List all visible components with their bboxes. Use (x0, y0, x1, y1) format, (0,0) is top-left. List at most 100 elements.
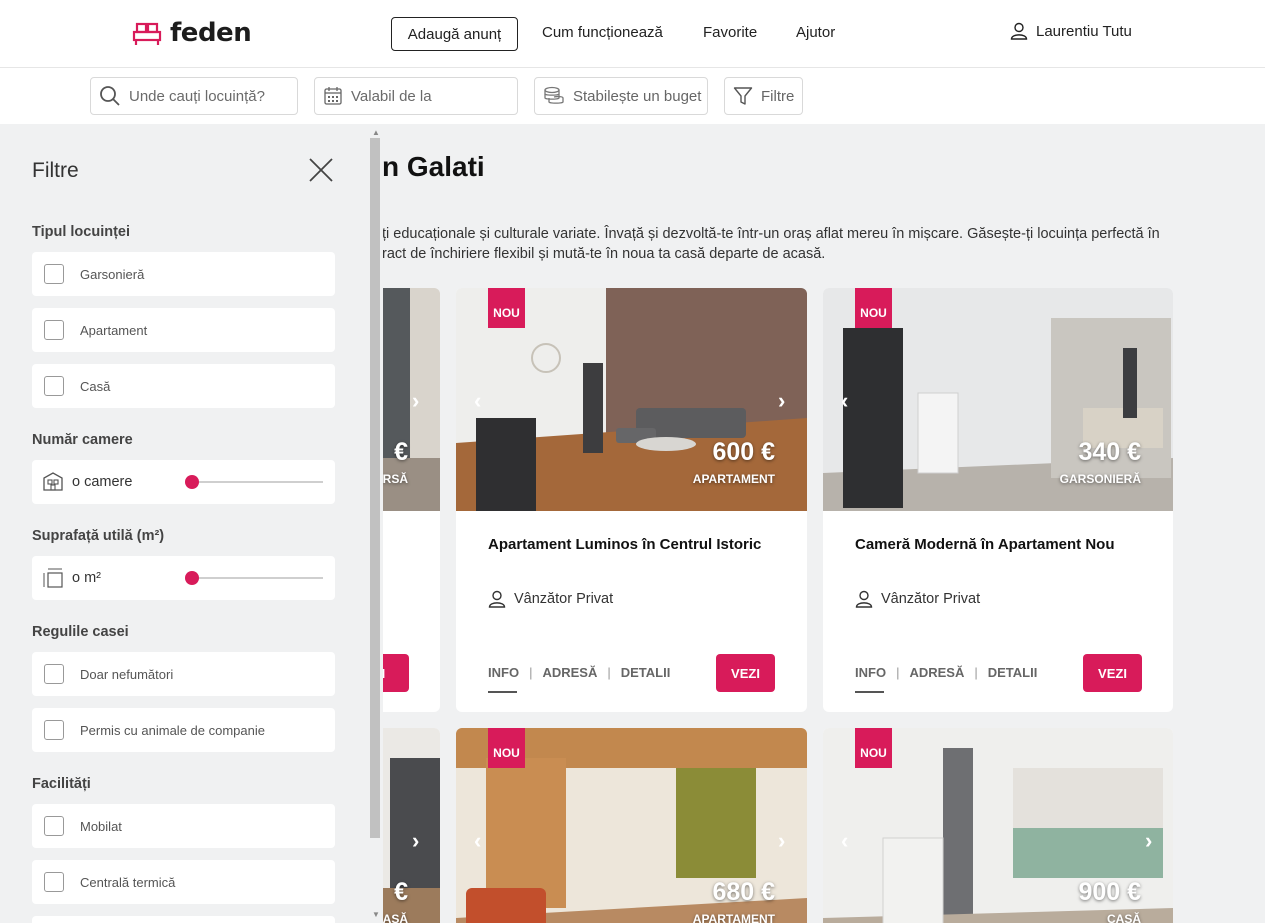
listing-photo[interactable]: NOU ‹ › 680 € APARTAMENT (456, 728, 807, 923)
area-heading: Suprafață utilă (m²) (32, 528, 165, 544)
brand-logo[interactable]: feden (132, 18, 252, 48)
next-photo-arrow[interactable]: › (1145, 828, 1152, 854)
tab-address[interactable]: ADRESĂ (542, 665, 597, 680)
user-menu[interactable]: Laurentiu Tutu (1010, 22, 1132, 40)
option-label: Apartament (80, 322, 148, 338)
location-input[interactable] (129, 87, 289, 105)
option-label: Mobilat (80, 818, 122, 834)
listing-price: € (394, 878, 408, 906)
next-photo-arrow[interactable]: › (778, 828, 785, 854)
listing-card[interactable]: NOU ‹ › 900 € CASĂ (823, 728, 1173, 923)
option-house[interactable]: Casă (32, 364, 335, 408)
slider-track[interactable] (187, 577, 323, 579)
date-search[interactable] (314, 77, 518, 115)
checkbox[interactable] (44, 320, 64, 340)
scroll-down-arrow[interactable]: ▼ (372, 910, 380, 919)
view-button[interactable]: VEZI (716, 654, 775, 692)
listing-card[interactable]: NOU ‹ 340 € GARSONIERĂ Cameră Modernă în… (823, 288, 1173, 712)
tab-address[interactable]: ADRESĂ (909, 665, 964, 680)
add-listing-button[interactable]: Adaugă anunț (391, 17, 518, 51)
checkbox[interactable] (44, 264, 64, 284)
user-icon (855, 590, 873, 608)
slider-track[interactable] (187, 481, 323, 483)
listing-card[interactable]: NOU ‹ › 680 € APARTAMENT (456, 728, 807, 923)
nav-how-it-works[interactable]: Cum funcționează (542, 24, 663, 41)
listing-type: RSĂ (382, 472, 408, 486)
facilities-heading: Facilități (32, 776, 91, 792)
prev-photo-arrow[interactable]: ‹ (841, 388, 848, 414)
next-photo-arrow[interactable]: › (778, 388, 785, 414)
slider-handle[interactable] (185, 571, 199, 585)
listing-photo[interactable]: NOU ‹ › 900 € CASĂ (823, 728, 1173, 923)
date-input[interactable] (351, 87, 511, 105)
listing-card[interactable]: NOU ‹ › 600 € APARTAMENT Apartament Lumi… (456, 288, 807, 712)
prev-photo-arrow[interactable]: ‹ (474, 828, 481, 854)
area-slider[interactable]: o m² (32, 556, 335, 600)
option-central-heating[interactable]: Centrală termică (32, 860, 335, 904)
filters-button[interactable]: Filtre (724, 77, 803, 115)
budget-label: Stabilește un buget (573, 87, 702, 105)
listing-photo[interactable]: NOU ‹ 340 € GARSONIERĂ (823, 288, 1173, 511)
checkbox[interactable] (44, 376, 64, 396)
listing-price: 600 € (712, 438, 775, 466)
checkbox[interactable] (44, 816, 64, 836)
listing-type: APARTAMENT (692, 912, 775, 923)
listing-tabs: INFO | ADRESĂ | DETALII (488, 665, 671, 693)
listing-type: GARSONIERĂ (1059, 472, 1141, 486)
option-label: Casă (80, 378, 111, 394)
filters-label: Filtre (761, 87, 795, 105)
prev-photo-arrow[interactable]: ‹ (841, 828, 848, 854)
listing-tabs: INFO | ADRESĂ | DETALII (855, 665, 1038, 693)
nav-help[interactable]: Ajutor (796, 24, 835, 41)
listing-type: CASĂ (1106, 912, 1141, 923)
checkbox[interactable] (44, 664, 64, 684)
rooms-heading: Număr camere (32, 432, 133, 448)
tab-details[interactable]: DETALII (621, 665, 671, 680)
area-value: o m² (72, 570, 101, 586)
filters-panel: Filtre Tipul locuinței Garsonieră Aparta… (0, 124, 383, 923)
location-search[interactable] (90, 77, 298, 115)
next-photo-arrow[interactable]: › (412, 388, 419, 414)
user-name: Laurentiu Tutu (1036, 22, 1132, 40)
view-button[interactable]: VEZI (1083, 654, 1142, 692)
listing-price: 680 € (712, 878, 775, 906)
checkbox[interactable] (44, 872, 64, 892)
new-badge: NOU (855, 728, 892, 768)
bed-logo-icon (132, 22, 162, 45)
option-label: Permis cu animale de companie (80, 722, 265, 738)
next-photo-arrow[interactable]: › (412, 828, 419, 854)
prev-photo-arrow[interactable]: ‹ (474, 388, 481, 414)
tab-info[interactable]: INFO (855, 665, 886, 693)
close-icon[interactable] (308, 157, 334, 183)
listing-title[interactable]: Cameră Modernă în Apartament Nou (855, 536, 1115, 553)
housing-type-heading: Tipul locuinței (32, 224, 131, 240)
listing-price: 900 € (1078, 878, 1141, 906)
description-line-1: ți educaționale și culturale variate. În… (382, 226, 1160, 242)
brand-name: feden (170, 18, 252, 48)
listing-seller: Vânzător Privat (855, 590, 980, 608)
tab-info[interactable]: INFO (488, 665, 519, 693)
listing-title[interactable]: Apartament Luminos în Centrul Istoric (488, 536, 761, 553)
option-furnished[interactable]: Mobilat (32, 804, 335, 848)
nav-favorites[interactable]: Favorite (703, 24, 757, 41)
listing-type: ASĂ (382, 912, 408, 923)
scrollbar-thumb[interactable] (370, 138, 380, 838)
option-non-smokers[interactable]: Doar nefumători (32, 652, 335, 696)
budget-button[interactable]: Stabilește un buget (534, 77, 708, 115)
slider-handle[interactable] (185, 475, 199, 489)
scroll-up-arrow[interactable]: ▲ (372, 128, 380, 137)
tab-details[interactable]: DETALII (988, 665, 1038, 680)
rooms-slider[interactable]: o camere (32, 460, 335, 504)
option-apartment[interactable]: Apartament (32, 308, 335, 352)
filters-panel-title: Filtre (32, 159, 79, 182)
checkbox[interactable] (44, 720, 64, 740)
search-bar: Stabilește un buget Filtre (0, 68, 1265, 124)
listing-price: 340 € (1078, 438, 1141, 466)
user-icon (1010, 22, 1028, 40)
option-pets-allowed[interactable]: Permis cu animale de companie (32, 708, 335, 752)
option-studio[interactable]: Garsonieră (32, 252, 335, 296)
page-description: ți educaționale și culturale variate. În… (382, 224, 1182, 264)
listing-photo[interactable]: NOU ‹ › 600 € APARTAMENT (456, 288, 807, 511)
option-more[interactable] (32, 916, 335, 923)
new-badge: NOU (855, 288, 892, 328)
